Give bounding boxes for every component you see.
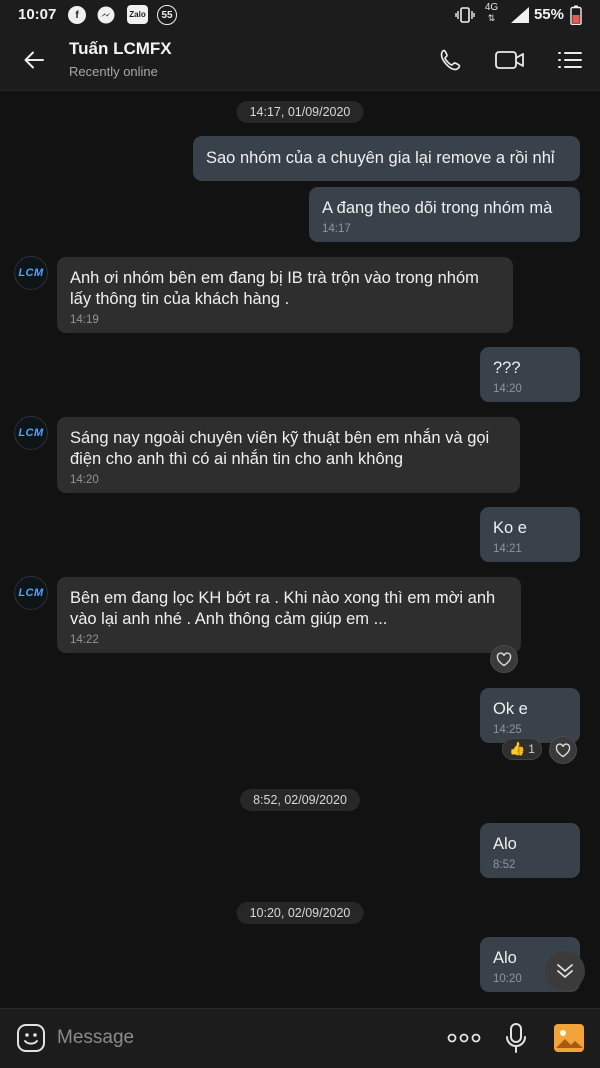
message-time: 14:17 [322,223,351,235]
notif-count: 55 [161,9,173,21]
message-input-bar: Message [0,1008,600,1068]
facebook-icon: f [68,6,86,24]
chevron-double-down-icon [557,964,573,978]
message-time: 14:22 [70,634,99,646]
message-text: ??? [493,359,521,377]
vibrate-icon [455,6,475,29]
back-arrow-icon[interactable] [18,44,50,76]
notification-55-icon: 55 [157,5,177,25]
message-bubble-outgoing[interactable]: Alo 8:52 [480,823,580,878]
date-divider: 10:20, 02/09/2020 [236,902,364,924]
message-time: 14:20 [493,383,522,395]
contact-status: Recently online [69,64,158,79]
message-text: Ok e [493,700,528,718]
network-label: 4G [484,2,499,13]
message-text: Bên em đang lọc KH bớt ra . Khi nào xong… [70,589,496,628]
messenger-icon [97,6,115,29]
message-text: Ko e [493,519,527,537]
message-time: 14:25 [493,724,522,736]
message-text: A đang theo dõi trong nhóm mà [322,199,553,217]
battery-percent: 55% [533,6,564,23]
message-time: 14:19 [70,314,99,326]
signal-icon [510,6,530,29]
heart-icon [496,651,512,666]
avatar-text: LCM [18,427,44,439]
microphone-icon[interactable] [505,1022,527,1059]
contact-avatar[interactable]: LCM [14,256,48,290]
message-text: Sáng nay ngoài chuyên viên kỹ thuật bên … [70,429,490,468]
message-text: Anh ơi nhóm bên em đang bị IB trà trộn v… [70,269,479,308]
scroll-to-bottom-button[interactable] [545,951,585,991]
message-bubble-outgoing[interactable]: ??? 14:20 [480,347,580,402]
message-time: 8:52 [493,859,516,871]
battery-icon [570,5,582,30]
status-bar: 10:07 f Zalo 55 4G ⇅ 55% [0,0,600,30]
image-icon[interactable] [553,1023,585,1058]
contact-avatar[interactable]: LCM [14,576,48,610]
avatar-text: LCM [18,587,44,599]
date-divider: 8:52, 02/09/2020 [240,789,360,811]
video-icon[interactable] [494,44,526,76]
status-time: 10:07 [18,6,57,23]
phone-icon[interactable] [435,44,467,76]
message-bubble-outgoing[interactable]: A đang theo dõi trong nhóm mà 14:17 [309,187,580,242]
message-bubble-incoming[interactable]: Bên em đang lọc KH bớt ra . Khi nào xong… [57,577,521,653]
zalo-label: Zalo [129,10,146,19]
emoji-icon[interactable] [16,1023,46,1058]
message-time: 14:21 [493,543,522,555]
message-bubble-outgoing[interactable]: Sao nhóm của a chuyên gia lại remove a r… [193,136,580,181]
heart-icon [555,742,571,757]
menu-icon[interactable] [554,44,586,76]
chat-header: Tuấn LCMFX Recently online [0,30,600,91]
contact-name[interactable]: Tuấn LCMFX [69,39,172,59]
reaction-summary[interactable]: 👍 1 [502,738,542,760]
message-time: 14:20 [70,474,99,486]
message-text: Sao nhóm của a chuyên gia lại remove a r… [206,149,555,167]
message-bubble-outgoing[interactable]: Ok e 14:25 [480,688,580,743]
reaction-count: 1 [528,742,535,756]
date-divider: 14:17, 01/09/2020 [236,101,364,123]
heart-reaction-button[interactable] [549,736,577,764]
message-input[interactable]: Message [57,1027,134,1049]
message-bubble-outgoing[interactable]: Ko e 14:21 [480,507,580,562]
thumbs-up-icon: 👍 [509,741,526,756]
message-bubble-incoming[interactable]: Sáng nay ngoài chuyên viên kỹ thuật bên … [57,417,520,493]
heart-reaction-button[interactable] [490,645,518,673]
zalo-icon: Zalo [127,5,148,24]
message-bubble-incoming[interactable]: Anh ơi nhóm bên em đang bị IB trà trộn v… [57,257,513,333]
contact-avatar[interactable]: LCM [14,416,48,450]
more-dots-icon[interactable] [447,1031,481,1049]
network-indicator: 4G ⇅ [484,2,499,24]
message-text: Alo [493,835,517,853]
avatar-text: LCM [18,267,44,279]
